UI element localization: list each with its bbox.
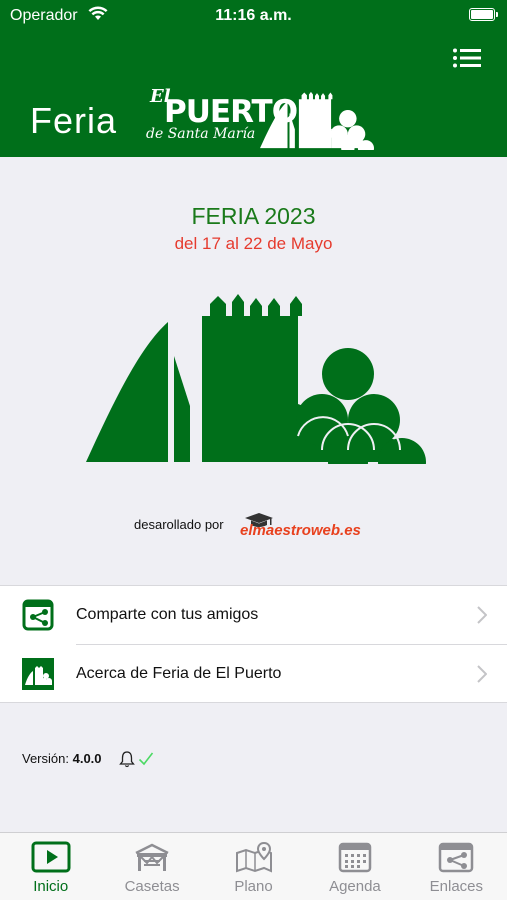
about-row-label: Acerca de Feria de El Puerto (76, 664, 282, 682)
tab-enlaces[interactable]: Enlaces (406, 833, 507, 900)
tab-plano[interactable]: Plano (203, 833, 304, 900)
event-dates: del 17 al 22 de Mayo (174, 234, 333, 253)
menu-list-icon[interactable] (453, 48, 481, 68)
version-info: Versión: 4.0.0 (22, 751, 102, 766)
share-row-label: Comparte con tus amigos (76, 606, 259, 623)
chevron-right-icon (477, 606, 487, 624)
info-logo-icon (22, 658, 54, 690)
version-value: 4.0.0 (72, 751, 102, 766)
developer-prefix: desarollado por (134, 517, 224, 532)
about-row[interactable]: Acerca de Feria de El Puerto (22, 644, 507, 702)
share-icon (22, 599, 54, 631)
app-logo: Feria El PUERTO de Santa María (30, 86, 380, 152)
logo-santa-maria-text: de Santa María (146, 126, 256, 142)
tab-agenda-label: Agenda (329, 878, 381, 895)
status-bar: Operador 11:16 a.m. (0, 0, 507, 32)
event-title: FERIA 2023 (191, 203, 316, 229)
tab-inicio[interactable]: Inicio (0, 833, 101, 900)
tab-casetas-label: Casetas (124, 878, 180, 895)
map-icon (235, 841, 272, 873)
tab-inicio-label: Inicio (33, 878, 69, 895)
options-list: Comparte con tus amigos Acerca de Feria … (0, 585, 507, 703)
app-header: Operador 11:16 a.m. Feria El PUERTO de S… (0, 0, 507, 157)
share-row[interactable]: Comparte con tus amigos (0, 586, 507, 644)
version-label: Versión: (22, 751, 69, 766)
chevron-right-icon (477, 665, 487, 683)
caseta-icon (135, 843, 169, 871)
status-time: 11:16 a.m. (215, 7, 292, 24)
tab-agenda[interactable]: Agenda (304, 833, 405, 900)
check-icon (138, 752, 154, 766)
tab-enlaces-label: Enlaces (429, 878, 484, 895)
bell-icon[interactable] (119, 750, 135, 768)
logo-feria-text: Feria (30, 100, 118, 141)
calendar-icon (338, 842, 372, 873)
play-icon (31, 841, 71, 873)
tab-casetas[interactable]: Casetas (101, 833, 202, 900)
links-icon (439, 842, 474, 873)
tab-plano-label: Plano (234, 878, 273, 895)
battery-icon (469, 8, 498, 21)
tab-bar: Inicio Casetas Plano Agenda Enlaces (0, 832, 507, 900)
developer-brand-link[interactable]: elmaestroweb.es (240, 522, 361, 539)
castle-logo-icon (260, 91, 374, 150)
castle-illustration-icon (86, 294, 426, 464)
